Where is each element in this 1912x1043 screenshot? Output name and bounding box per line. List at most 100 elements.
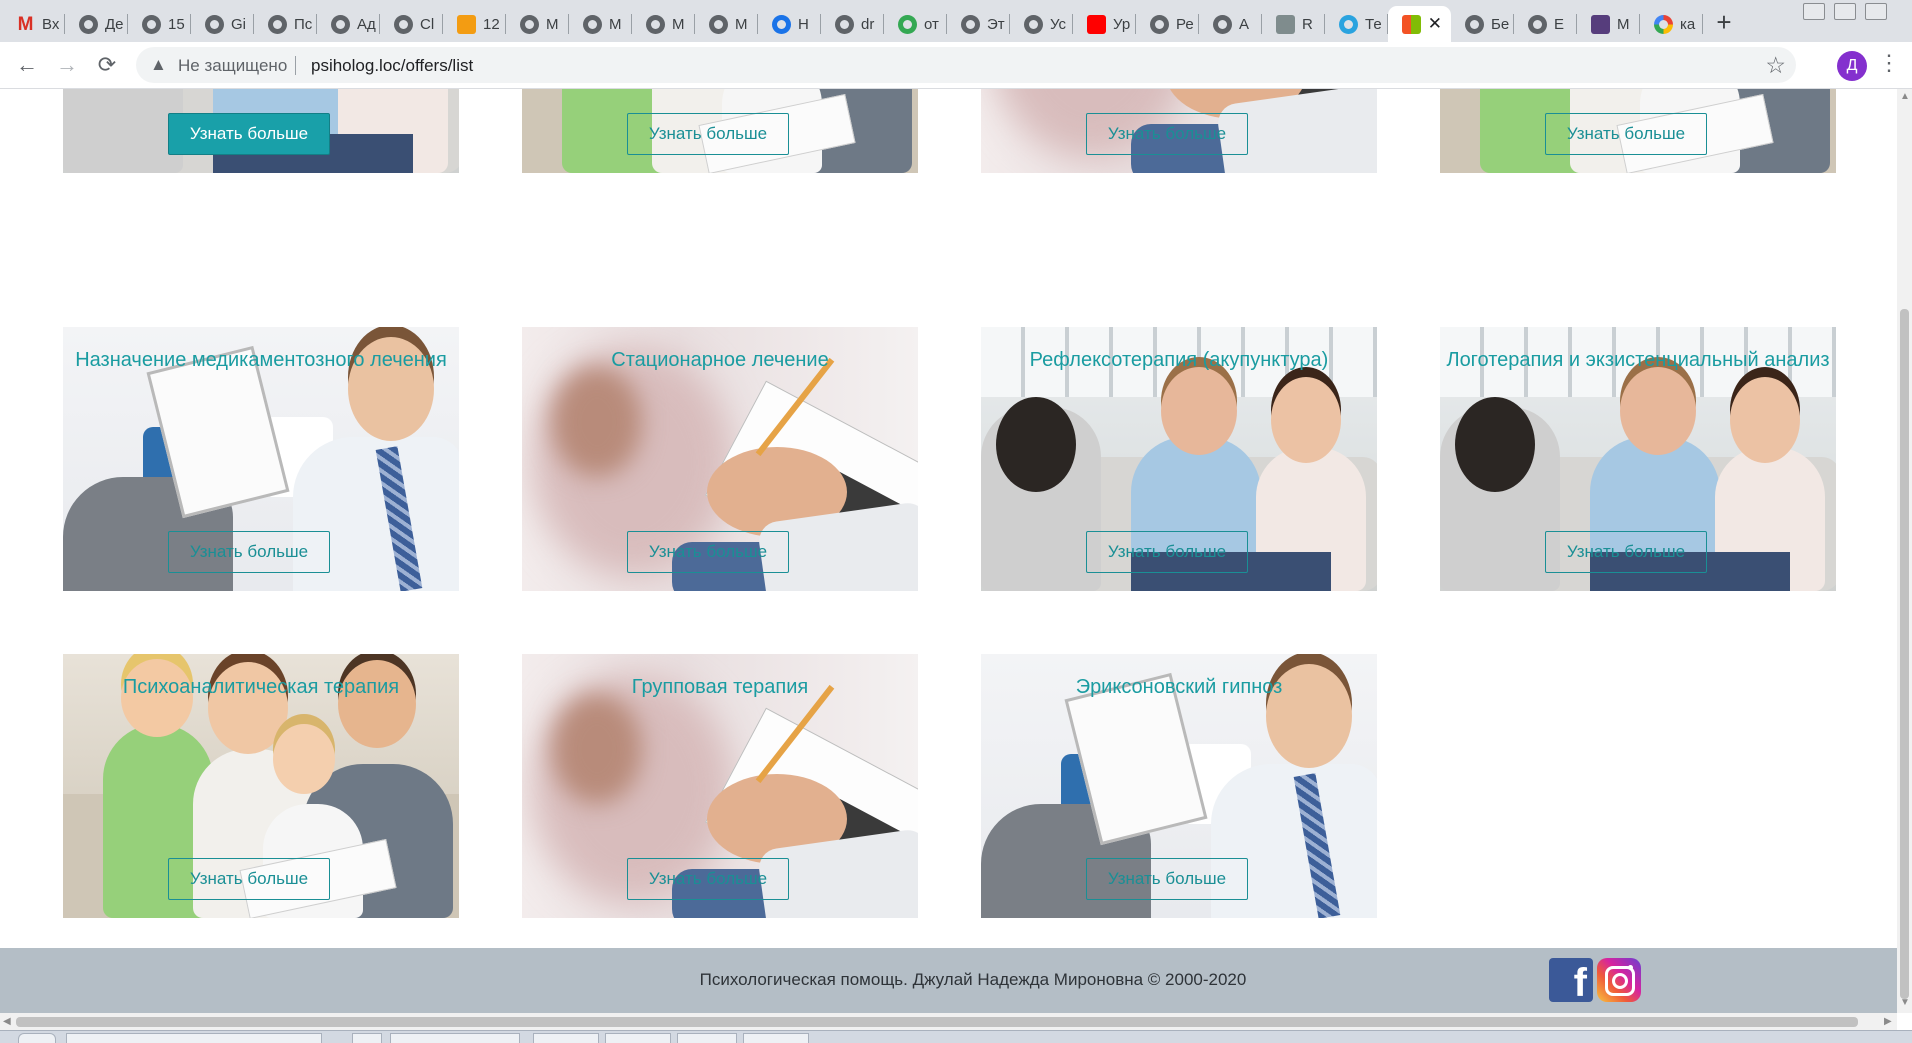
browser-tab[interactable]: M xyxy=(632,6,695,42)
vertical-scroll-thumb[interactable] xyxy=(1900,309,1909,999)
google-icon xyxy=(1654,14,1673,34)
browser-tab[interactable]: M xyxy=(569,6,632,42)
horizontal-scroll-thumb[interactable] xyxy=(16,1017,1858,1027)
browser-tab-label: dr xyxy=(861,15,875,33)
offer-title[interactable]: Логотерапия и экзистенциальный анализ xyxy=(1440,349,1836,372)
learn-more-button[interactable]: Узнать больше xyxy=(627,858,789,900)
browser-tab[interactable]: Е xyxy=(1514,6,1577,42)
browser-menu-icon[interactable]: ⋮ xyxy=(1878,50,1900,76)
learn-more-button[interactable]: Узнать больше xyxy=(168,858,330,900)
offer-card-ericksonian-hypnosis: Эриксоновский гипноз Узнать больше xyxy=(981,654,1377,918)
taskbar-app[interactable] xyxy=(677,1033,737,1043)
globe-icon xyxy=(1024,14,1043,34)
bookmark-star-icon[interactable]: ☆ xyxy=(1765,52,1786,79)
horizontal-scrollbar[interactable]: ◀ ▶ xyxy=(0,1013,1897,1030)
maps-pin-icon xyxy=(898,14,917,34)
browser-tab[interactable]: R xyxy=(1262,6,1325,42)
start-button[interactable] xyxy=(18,1033,56,1043)
browser-tab[interactable]: 15 xyxy=(128,6,191,42)
browser-tab-label: M xyxy=(735,15,748,33)
scroll-left-arrow[interactable]: ◀ xyxy=(3,1016,11,1027)
url-text[interactable]: psiholog.loc/offers/list xyxy=(311,56,473,76)
learn-more-button[interactable]: Узнать больше xyxy=(168,113,330,155)
browser-tab-label: ка xyxy=(1680,15,1696,33)
instagram-icon[interactable] xyxy=(1597,958,1641,1002)
globe-icon xyxy=(835,14,854,34)
browser-tab-label: M xyxy=(672,15,685,33)
browser-tab-label: 15 xyxy=(168,15,185,33)
profile-avatar[interactable]: Д xyxy=(1837,51,1867,81)
offer-card-inpatient: Стационарное лечение Узнать больше xyxy=(522,327,918,591)
back-button[interactable]: ← xyxy=(10,48,44,82)
offer-card-medication: Назначение медикаментозного лечения Узна… xyxy=(63,327,459,591)
offer-title[interactable]: Назначение медикаментозного лечения xyxy=(63,349,459,372)
browser-tab[interactable]: M xyxy=(695,6,758,42)
restore-icon[interactable] xyxy=(1834,3,1856,20)
browser-tab-active[interactable]: ✕ xyxy=(1388,6,1451,42)
reload-button[interactable]: ⟳ xyxy=(90,48,124,82)
browser-tab[interactable]: М xyxy=(1577,6,1640,42)
browser-tab[interactable]: Те xyxy=(1325,6,1388,42)
vertical-scrollbar[interactable]: ▲ ▼ xyxy=(1897,89,1912,1013)
omnibox-divider xyxy=(295,56,296,75)
browser-tab[interactable]: Н xyxy=(758,6,821,42)
learn-more-button[interactable]: Узнать больше xyxy=(1545,531,1707,573)
browser-tab[interactable]: M xyxy=(506,6,569,42)
learn-more-button[interactable]: Узнать больше xyxy=(1086,113,1248,155)
browser-tab-label: Де xyxy=(105,15,124,33)
telegram-icon xyxy=(1339,14,1358,34)
browser-tab[interactable]: M Вх xyxy=(2,6,65,42)
minimize-icon[interactable] xyxy=(1803,3,1825,20)
browser-tab[interactable]: Ус xyxy=(1010,6,1073,42)
learn-more-button[interactable]: Узнать больше xyxy=(1086,858,1248,900)
browser-tab[interactable]: Gi xyxy=(191,6,254,42)
taskbar-app[interactable] xyxy=(390,1033,520,1043)
gear-icon xyxy=(772,14,791,34)
browser-tab-label: от xyxy=(924,15,939,33)
browser-tab[interactable]: Бе xyxy=(1451,6,1514,42)
browser-tab[interactable]: Cl xyxy=(380,6,443,42)
browser-tab[interactable]: Эт xyxy=(947,6,1010,42)
browser-tab[interactable]: 12 xyxy=(443,6,506,42)
offer-title[interactable]: Рефлексотерапия (акупунктура) xyxy=(981,349,1377,372)
site-footer: Психологическая помощь. Джулай Надежда М… xyxy=(0,948,1897,1013)
scroll-up-arrow[interactable]: ▲ xyxy=(1900,91,1910,102)
learn-more-button[interactable]: Узнать больше xyxy=(627,113,789,155)
tab-close-icon[interactable]: ✕ xyxy=(1428,14,1442,34)
address-bar[interactable]: ▲ Не защищено psiholog.loc/offers/list ☆ xyxy=(136,47,1796,83)
warning-icon[interactable]: ▲ xyxy=(150,55,167,75)
facebook-icon[interactable]: f xyxy=(1549,958,1593,1002)
browser-tab[interactable]: Де xyxy=(65,6,128,42)
forward-button[interactable]: → xyxy=(50,48,84,82)
browser-tab[interactable]: от xyxy=(884,6,947,42)
learn-more-button[interactable]: Узнать больше xyxy=(1086,531,1248,573)
youtube-icon xyxy=(1087,14,1106,34)
offer-card: Узнать больше xyxy=(63,89,459,173)
taskbar-app[interactable] xyxy=(533,1033,599,1043)
learn-more-button[interactable]: Узнать больше xyxy=(168,531,330,573)
browser-tab[interactable]: Ад xyxy=(317,6,380,42)
offer-title[interactable]: Стационарное лечение xyxy=(522,349,918,372)
new-tab-button[interactable]: + xyxy=(1707,6,1741,40)
learn-more-button[interactable]: Узнать больше xyxy=(1545,113,1707,155)
taskbar-app[interactable] xyxy=(352,1033,382,1043)
scroll-right-arrow[interactable]: ▶ xyxy=(1884,1016,1892,1027)
browser-tab[interactable]: Ре xyxy=(1136,6,1199,42)
scroll-down-arrow[interactable]: ▼ xyxy=(1900,997,1910,1008)
browser-tab[interactable]: Пс xyxy=(254,6,317,42)
learn-more-button[interactable]: Узнать больше xyxy=(627,531,789,573)
taskbar-search[interactable] xyxy=(66,1033,322,1043)
browser-tab[interactable]: Ур xyxy=(1073,6,1136,42)
taskbar-app[interactable] xyxy=(743,1033,809,1043)
browser-tab-label: Те xyxy=(1365,15,1382,33)
browser-tab[interactable]: ка xyxy=(1640,6,1703,42)
offer-title[interactable]: Групповая терапия xyxy=(522,676,918,699)
offer-title[interactable]: Психоаналитическая терапия xyxy=(63,676,459,699)
window-close-icon[interactable] xyxy=(1865,3,1887,20)
security-status[interactable]: Не защищено xyxy=(178,56,287,76)
offer-title[interactable]: Эриксоновский гипноз xyxy=(981,676,1377,699)
browser-tab-label: Эт xyxy=(987,15,1005,33)
browser-tab[interactable]: dr xyxy=(821,6,884,42)
browser-tab[interactable]: А xyxy=(1199,6,1262,42)
taskbar-app[interactable] xyxy=(605,1033,671,1043)
